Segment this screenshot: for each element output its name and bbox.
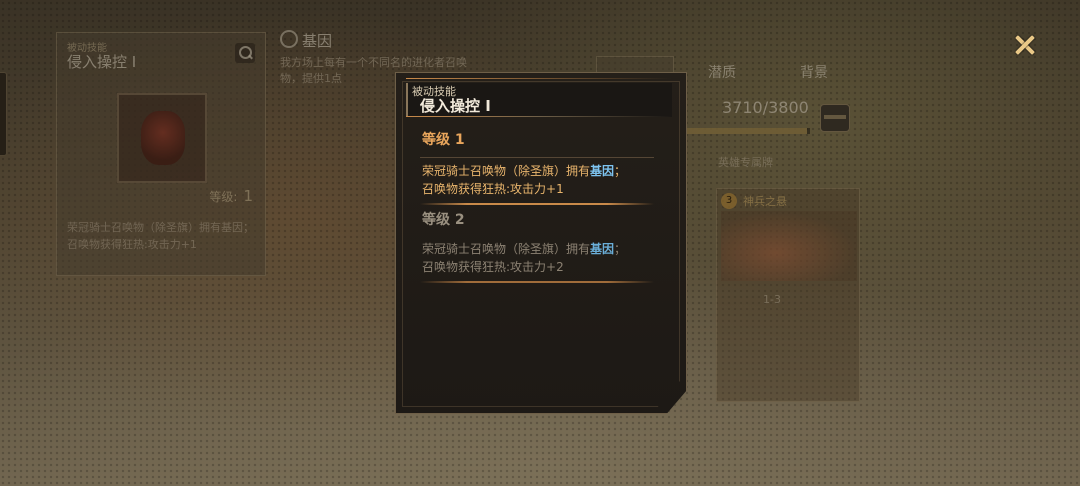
level-1-end-divider	[420, 203, 654, 205]
level-1-line-1: 荣冠骑士召唤物（除圣旗）拥有基因；	[422, 164, 627, 178]
level-2-line-1: 荣冠骑士召唤物（除圣旗）拥有基因；	[422, 242, 627, 256]
skill-tooltip: 被动技能 侵入操控 I 等级 1 荣冠骑士召唤物（除圣旗）拥有基因； 召唤物获得…	[395, 72, 687, 414]
level-1-divider	[420, 157, 654, 158]
level-1-line-2: 召唤物获得狂热:攻击力+1	[422, 182, 564, 196]
tooltip-header-divider	[406, 116, 672, 117]
keyword-gene[interactable]: 基因	[590, 164, 614, 178]
keyword-gene[interactable]: 基因	[590, 242, 614, 256]
level-2-line-2: 召唤物获得狂热:攻击力+2	[422, 260, 564, 274]
tooltip-top-accent	[406, 78, 672, 79]
tooltip-title: 侵入操控 I	[420, 97, 491, 115]
level-2-end-divider	[420, 281, 654, 283]
level-1-header: 等级 1	[422, 132, 465, 148]
level-2-header: 等级 2	[422, 212, 465, 228]
close-icon[interactable]	[1010, 30, 1040, 60]
